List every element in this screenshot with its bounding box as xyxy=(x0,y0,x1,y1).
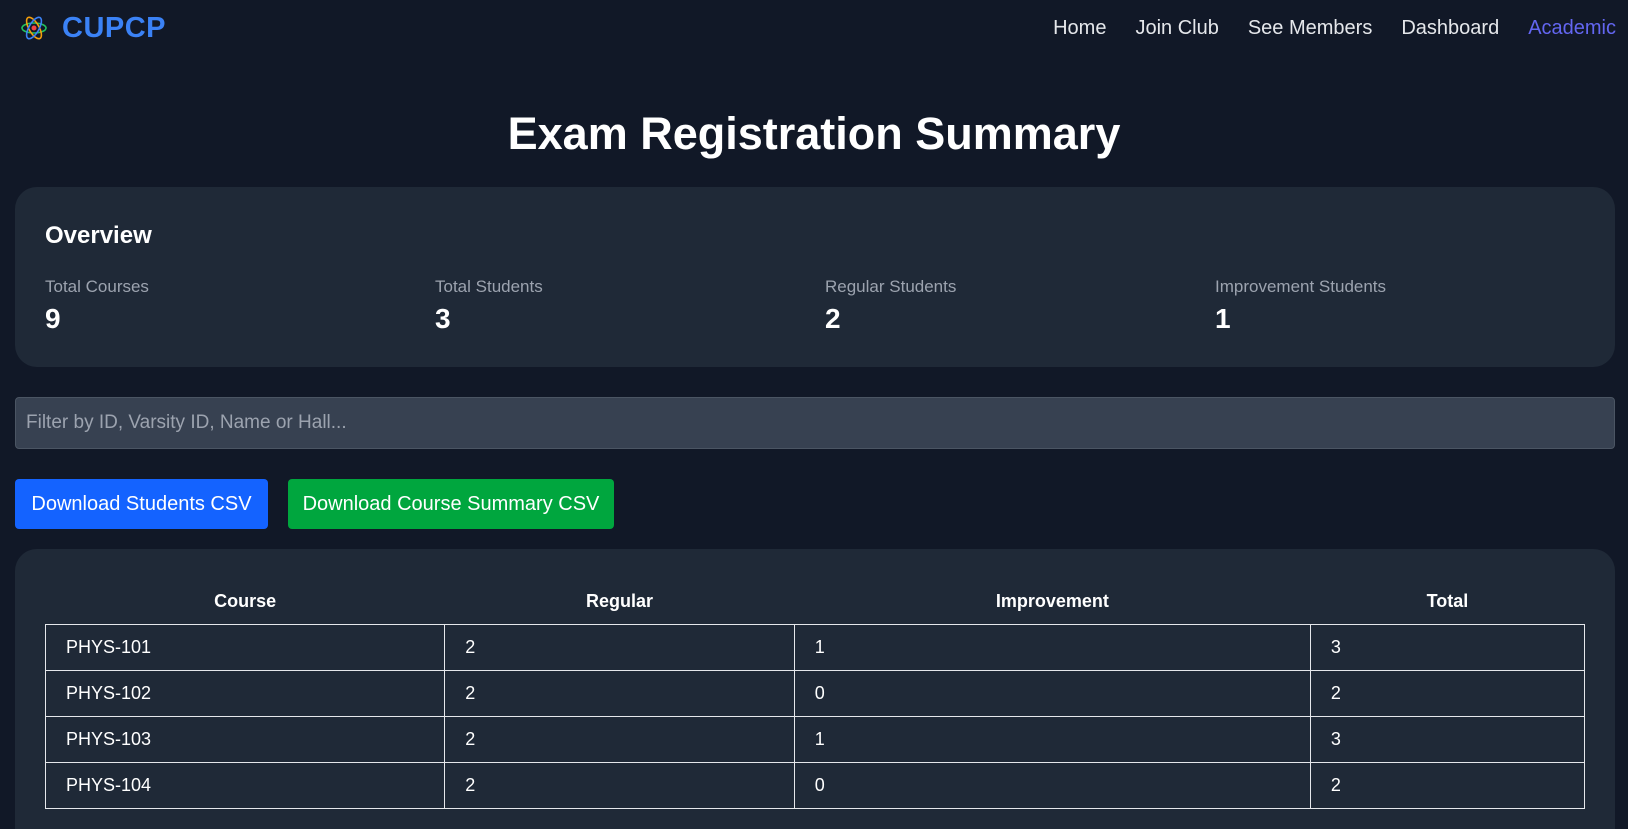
nav-links: Home Join Club See Members Dashboard Aca… xyxy=(1024,17,1616,40)
stat-value: 3 xyxy=(435,303,451,334)
stat-value: 1 xyxy=(1215,303,1231,334)
stats-row: Total Courses 9 Total Students 3 Regular… xyxy=(45,277,1605,335)
table-row: PHYS-103 2 1 3 xyxy=(44,715,1586,763)
table-row: PHYS-101 2 1 3 xyxy=(44,623,1586,671)
cell-course: PHYS-104 xyxy=(44,761,446,809)
cell-regular: 2 xyxy=(444,623,795,671)
nav-link-see-members[interactable]: See Members xyxy=(1248,17,1373,40)
stat-value: 2 xyxy=(825,303,841,334)
cell-regular: 2 xyxy=(444,761,795,809)
nav-link-home[interactable]: Home xyxy=(1053,17,1106,40)
stat-total-courses: Total Courses 9 xyxy=(45,277,435,335)
cell-course: PHYS-102 xyxy=(44,669,446,717)
cell-improvement: 1 xyxy=(793,715,1311,763)
nav-link-dashboard[interactable]: Dashboard xyxy=(1401,17,1499,40)
cell-total: 2 xyxy=(1309,761,1586,809)
nav-link-join-club[interactable]: Join Club xyxy=(1135,17,1218,40)
stat-label: Improvement Students xyxy=(1215,277,1387,296)
stat-label: Total Courses xyxy=(45,277,149,296)
overview-title: Overview xyxy=(45,222,152,249)
table-header-row: Course Regular Improvement Total xyxy=(46,579,1585,624)
column-header-course: Course xyxy=(214,590,277,611)
cell-improvement: 0 xyxy=(793,669,1311,717)
column-header-regular: Regular xyxy=(585,590,654,611)
cell-total: 3 xyxy=(1309,623,1586,671)
download-course-summary-csv-button[interactable]: Download Course Summary CSV xyxy=(288,479,614,529)
cell-total: 2 xyxy=(1309,669,1586,717)
cell-improvement: 0 xyxy=(793,761,1311,809)
column-header-total: Total xyxy=(1426,590,1469,611)
course-summary-table: Course Regular Improvement Total PHYS-10… xyxy=(44,579,1586,809)
nav-link-academic[interactable]: Academic xyxy=(1528,17,1616,40)
filter-input[interactable] xyxy=(15,397,1615,449)
cell-regular: 2 xyxy=(444,715,795,763)
course-table-card: Course Regular Improvement Total PHYS-10… xyxy=(15,549,1615,829)
navbar: CUPCP Home Join Club See Members Dashboa… xyxy=(0,0,1628,56)
stat-value: 9 xyxy=(45,303,61,334)
cell-improvement: 1 xyxy=(793,623,1311,671)
cell-course: PHYS-103 xyxy=(44,715,446,763)
stat-improvement-students: Improvement Students 1 xyxy=(1215,277,1605,335)
brand[interactable]: CUPCP xyxy=(20,12,166,45)
cell-regular: 2 xyxy=(444,669,795,717)
cell-course: PHYS-101 xyxy=(44,623,446,671)
table-row: PHYS-102 2 0 2 xyxy=(44,669,1586,717)
table-row: PHYS-104 2 0 2 xyxy=(44,761,1586,809)
overview-card: Overview Total Courses 9 Total Students … xyxy=(15,187,1615,367)
cell-total: 3 xyxy=(1309,715,1586,763)
brand-name: CUPCP xyxy=(62,11,167,44)
column-header-improvement: Improvement xyxy=(995,590,1109,611)
atom-logo-icon xyxy=(21,16,47,40)
stat-label: Total Students xyxy=(435,277,543,296)
stat-label: Regular Students xyxy=(825,277,957,296)
stat-regular-students: Regular Students 2 xyxy=(825,277,1215,335)
page-title: Exam Registration Summary xyxy=(507,108,1121,159)
download-students-csv-button[interactable]: Download Students CSV xyxy=(15,479,268,529)
stat-total-students: Total Students 3 xyxy=(435,277,825,335)
